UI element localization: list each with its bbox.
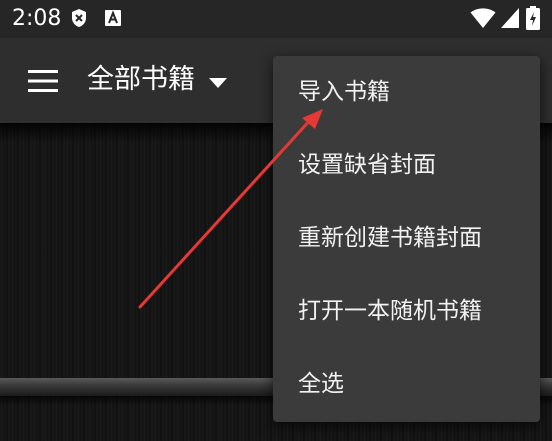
menu-item-select-all[interactable]: 全选 [273, 348, 540, 421]
screen: 2:08 全部书籍 导入书籍 设置缺省封面 重新创建书籍封面 打开一本随机书籍 … [0, 0, 552, 441]
a-badge-icon [104, 8, 122, 32]
menu-icon[interactable] [28, 69, 58, 93]
app-title[interactable]: 全部书籍 [87, 62, 195, 98]
menu-item-set-default-cover[interactable]: 设置缺省封面 [273, 129, 540, 202]
overflow-menu: 导入书籍 设置缺省封面 重新创建书籍封面 打开一本随机书籍 全选 [273, 56, 540, 422]
wifi-icon [470, 7, 496, 33]
dropdown-caret-icon[interactable] [208, 74, 228, 93]
status-time: 2:08 [12, 6, 62, 31]
menu-item-open-random-book[interactable]: 打开一本随机书籍 [273, 275, 540, 348]
signal-icon [500, 7, 520, 33]
menu-item-recreate-covers[interactable]: 重新创建书籍封面 [273, 202, 540, 275]
battery-icon [526, 6, 540, 34]
shield-x-icon [70, 8, 88, 32]
status-bar: 2:08 [0, 0, 552, 38]
menu-item-import-books[interactable]: 导入书籍 [273, 56, 540, 129]
